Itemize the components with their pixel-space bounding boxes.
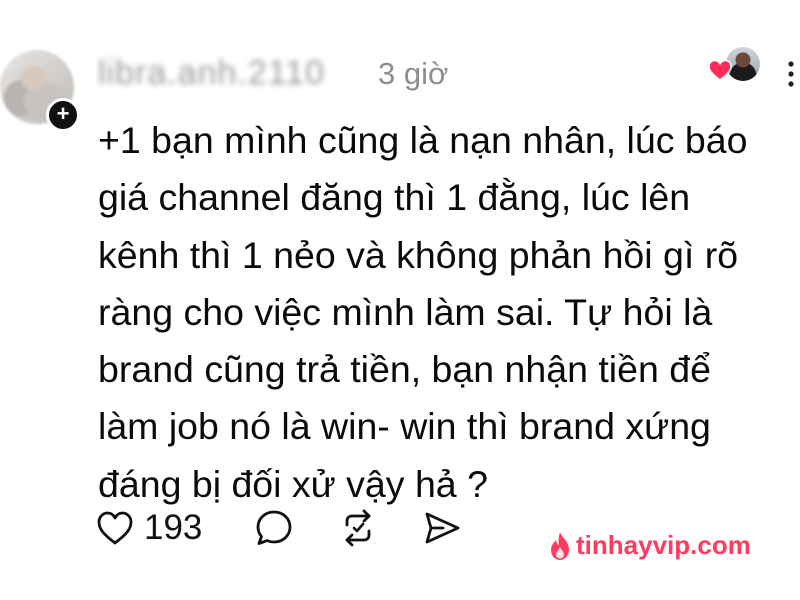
comment-button[interactable]	[254, 506, 294, 550]
like-button[interactable]: 193	[96, 506, 202, 550]
share-button[interactable]	[422, 506, 462, 550]
content-line: giá channel đăng thì 1 đằng, lúc lên	[98, 176, 691, 219]
thread-post: + libra.anh.2110 3 giờ +1 bạn mình cũng …	[0, 0, 800, 600]
speech-bubble-icon[interactable]	[254, 508, 294, 548]
flame-logo-icon	[551, 531, 569, 560]
post-content: +1 bạn mình cũng là nạn nhân, lúc báo gi…	[98, 112, 798, 513]
repost-button[interactable]	[338, 506, 378, 550]
content-line: +1 bạn mình cũng là nạn nhân, lúc báo	[98, 119, 748, 161]
repost-arrows-icon[interactable]	[338, 508, 378, 548]
content-line: ràng cho việc mình làm sai. Tự hỏi là	[98, 290, 713, 333]
more-vertical-icon[interactable]	[782, 50, 800, 90]
author-username[interactable]: libra.anh.2110	[98, 54, 325, 93]
content-line: brand cũng trả tiền, bạn nhận tiền để	[98, 348, 711, 391]
paper-plane-icon[interactable]	[422, 508, 462, 548]
watermark-text: tinhayvip.com	[576, 530, 751, 560]
content-line: kênh thì 1 nẻo và không phản hồi gì rõ	[98, 233, 739, 276]
heart-filled-icon	[708, 59, 732, 81]
follow-plus-badge[interactable]: +	[46, 98, 80, 132]
site-watermark: tinhayvip.com	[548, 530, 751, 561]
content-line: đáng bị đối xử vậy hả ?	[98, 462, 488, 505]
author-avatar-group[interactable]: +	[0, 50, 80, 132]
post-timestamp: 3 giờ	[378, 56, 449, 91]
author-liked-indicator	[708, 45, 762, 83]
content-line: làm job nó là win- win thì brand xứng	[98, 405, 711, 448]
like-count: 193	[144, 508, 203, 547]
heart-outline-icon[interactable]	[96, 510, 134, 546]
